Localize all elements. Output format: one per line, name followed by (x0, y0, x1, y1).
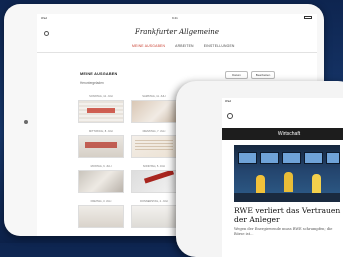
issue-thumbnail (131, 205, 177, 228)
monitor-screen (326, 152, 340, 164)
tab-einstellungen[interactable]: EINSTELLUNGEN (204, 44, 235, 48)
sort-button[interactable]: Datum (225, 71, 248, 79)
tab-arbeiten[interactable]: ARBEITEN (175, 44, 194, 48)
carrier-label: iPad (41, 16, 48, 20)
worker-figure (284, 172, 293, 192)
header-divider (37, 52, 317, 53)
main-tabs: MEINE AUSGABEN ARBEITEN EINSTELLUNGEN (132, 44, 235, 48)
article-headline[interactable]: RWE verliert das Vertrauen der Anleger (234, 206, 343, 224)
issue-thumbnail (131, 100, 177, 123)
issue-thumbnail (131, 170, 177, 193)
monitor-screen (304, 152, 323, 164)
worker-figure (256, 175, 265, 195)
article-photo[interactable] (234, 145, 340, 202)
page-title: MEINE AUSGABEN (80, 72, 118, 76)
issue-card[interactable]: MITTWOCH, 8. JULI (78, 130, 124, 158)
iphone-screen: iPad Wirtschaft RWE verliert das Vertrau… (222, 98, 343, 257)
issue-card[interactable]: SAMSTAG, 11. JULI (131, 95, 177, 123)
ipad-camera (24, 120, 28, 124)
issue-thumbnail (78, 100, 124, 123)
worker-figure (312, 174, 321, 194)
issue-card[interactable]: SONNTAG, 12. JULI (78, 95, 124, 123)
issue-thumbnail (78, 135, 124, 158)
issue-card[interactable]: SONNTAG, 5. JULI (131, 165, 177, 193)
home-icon[interactable] (227, 113, 233, 119)
issue-card[interactable]: MONTAG, 6. JULI (78, 165, 124, 193)
issue-card[interactable]: DONNERSTAG, 2. JULI (131, 200, 177, 228)
battery-icon (304, 16, 312, 19)
monitor-screen (238, 152, 257, 164)
section-bar: Wirtschaft (222, 128, 343, 140)
issue-thumbnail (131, 135, 177, 158)
issue-thumbnail (78, 205, 124, 228)
iphone-status-bar: iPad (225, 99, 232, 103)
control-desk (234, 193, 340, 202)
article-lead: Wegen der Energiewende muss RWE schrumpf… (234, 227, 333, 236)
issue-card[interactable]: DIENSTAG, 7. JULI (131, 130, 177, 158)
monitor-screen (282, 152, 301, 164)
issue-card[interactable]: FREITAG, 3. JULI (78, 200, 124, 228)
monitor-screen (260, 152, 279, 164)
iphone-device: iPad Wirtschaft RWE verliert das Vertrau… (176, 81, 343, 257)
section-subtitle: Heruntergeladen (80, 81, 104, 85)
issue-thumbnail (78, 170, 124, 193)
masthead-logo: Frankfurter Allgemeine (135, 28, 219, 36)
status-bar: iPad 9:41 (37, 14, 317, 21)
time-label: 9:41 (172, 16, 178, 20)
section-title: Wirtschaft (277, 131, 301, 137)
tab-meine-ausgaben[interactable]: MEINE AUSGABEN (132, 44, 165, 48)
edit-button[interactable]: Bearbeiten (251, 71, 275, 79)
